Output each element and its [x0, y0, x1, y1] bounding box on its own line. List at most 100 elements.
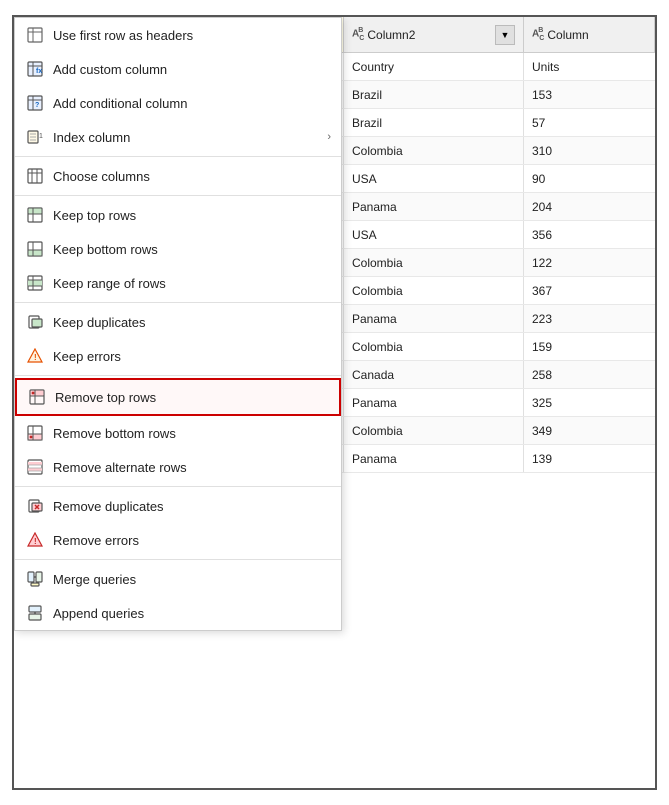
remove-alternate-rows-icon — [25, 457, 45, 477]
cell-col2: Brazil — [344, 81, 524, 108]
menu-item-add-conditional-col[interactable]: ? Add conditional column — [15, 86, 341, 120]
keep-top-rows-label: Keep top rows — [53, 208, 331, 223]
menu-item-append-queries[interactable]: Append queries — [15, 596, 341, 630]
main-container: ABC Column1 ... ▼ ABC Column2 ▼ ABC Colu… — [12, 15, 657, 790]
remove-bottom-rows-label: Remove bottom rows — [53, 426, 331, 441]
cell-col2: Panama — [344, 193, 524, 220]
cell-col2: Colombia — [344, 333, 524, 360]
keep-duplicates-icon — [25, 312, 45, 332]
add-conditional-col-label: Add conditional column — [53, 96, 331, 111]
menu-item-remove-errors[interactable]: ! Remove errors — [15, 523, 341, 557]
cell-col3: 159 — [524, 333, 655, 360]
cell-col3: 258 — [524, 361, 655, 388]
keep-duplicates-label: Keep duplicates — [53, 315, 331, 330]
col3-type-icon: ABC — [532, 27, 543, 41]
keep-errors-label: Keep errors — [53, 349, 331, 364]
column3-header: ABC Column — [524, 17, 655, 52]
remove-top-rows-icon — [27, 387, 47, 407]
append-queries-label: Append queries — [53, 606, 331, 621]
append-queries-icon — [25, 603, 45, 623]
menu-item-keep-duplicates[interactable]: Keep duplicates — [15, 305, 341, 339]
cell-col2: Panama — [344, 305, 524, 332]
menu-item-use-first-row[interactable]: Use first row as headers — [15, 18, 341, 52]
menu-item-choose-columns[interactable]: Choose columns — [15, 159, 341, 193]
menu-separator — [15, 302, 341, 303]
menu-item-remove-bottom-rows[interactable]: Remove bottom rows — [15, 416, 341, 450]
merge-queries-icon — [25, 569, 45, 589]
cell-col3: 153 — [524, 81, 655, 108]
menu-item-keep-bottom-rows[interactable]: Keep bottom rows — [15, 232, 341, 266]
menu-item-keep-errors[interactable]: ! Keep errors — [15, 339, 341, 373]
cell-col2: USA — [344, 165, 524, 192]
menu-item-remove-duplicates[interactable]: Remove duplicates — [15, 489, 341, 523]
menu-separator — [15, 375, 341, 376]
cell-col3: 310 — [524, 137, 655, 164]
menu-item-keep-top-rows[interactable]: Keep top rows — [15, 198, 341, 232]
col2-name: Column2 — [367, 28, 495, 42]
index-column-label: Index column — [53, 130, 327, 145]
menu-item-keep-range-rows[interactable]: Keep range of rows — [15, 266, 341, 300]
cell-col2: Canada — [344, 361, 524, 388]
cell-col2: Colombia — [344, 417, 524, 444]
menu-separator — [15, 195, 341, 196]
col2-dropdown-btn[interactable]: ▼ — [495, 25, 515, 45]
menu-separator — [15, 156, 341, 157]
menu-separator — [15, 559, 341, 560]
cell-col3: 90 — [524, 165, 655, 192]
cell-col2: Colombia — [344, 249, 524, 276]
add-conditional-col-icon: ? — [25, 93, 45, 113]
add-custom-col-icon: fx — [25, 59, 45, 79]
choose-columns-label: Choose columns — [53, 169, 331, 184]
cell-col3: Units — [524, 53, 655, 80]
keep-range-rows-label: Keep range of rows — [53, 276, 331, 291]
keep-top-rows-icon — [25, 205, 45, 225]
remove-alternate-rows-label: Remove alternate rows — [53, 460, 331, 475]
cell-col2: USA — [344, 221, 524, 248]
col3-name: Column — [547, 28, 646, 42]
cell-col2: Panama — [344, 389, 524, 416]
index-column-icon: 1 — [25, 127, 45, 147]
menu-item-remove-alternate-rows[interactable]: Remove alternate rows — [15, 450, 341, 484]
cell-col3: 349 — [524, 417, 655, 444]
cell-col2: Country — [344, 53, 524, 80]
remove-errors-label: Remove errors — [53, 533, 331, 548]
cell-col2: Colombia — [344, 137, 524, 164]
svg-text:!: ! — [34, 353, 37, 362]
menu-item-index-column[interactable]: 1 Index column› — [15, 120, 341, 154]
context-menu: Use first row as headers fx Add custom c… — [14, 17, 342, 631]
remove-duplicates-label: Remove duplicates — [53, 499, 331, 514]
keep-bottom-rows-icon — [25, 239, 45, 259]
col2-type-icon: ABC — [352, 27, 363, 41]
choose-columns-icon — [25, 166, 45, 186]
cell-col3: 139 — [524, 445, 655, 472]
remove-bottom-rows-icon — [25, 423, 45, 443]
keep-errors-icon: ! — [25, 346, 45, 366]
cell-col3: 356 — [524, 221, 655, 248]
svg-text:1: 1 — [39, 133, 43, 140]
cell-col2: Panama — [344, 445, 524, 472]
cell-col3: 122 — [524, 249, 655, 276]
cell-col3: 223 — [524, 305, 655, 332]
keep-bottom-rows-label: Keep bottom rows — [53, 242, 331, 257]
cell-col3: 325 — [524, 389, 655, 416]
menu-item-merge-queries[interactable]: Merge queries — [15, 562, 341, 596]
menu-separator — [15, 486, 341, 487]
remove-errors-icon: ! — [25, 530, 45, 550]
merge-queries-label: Merge queries — [53, 572, 331, 587]
cell-col3: 57 — [524, 109, 655, 136]
remove-top-rows-label: Remove top rows — [55, 390, 329, 405]
cell-col2: Brazil — [344, 109, 524, 136]
remove-duplicates-icon — [25, 496, 45, 516]
svg-text:!: ! — [34, 537, 37, 546]
add-custom-col-label: Add custom column — [53, 62, 331, 77]
cell-col2: Colombia — [344, 277, 524, 304]
keep-range-rows-icon — [25, 273, 45, 293]
menu-item-add-custom-col[interactable]: fx Add custom column — [15, 52, 341, 86]
menu-item-remove-top-rows[interactable]: Remove top rows — [15, 378, 341, 416]
index-column-arrow: › — [327, 131, 331, 143]
svg-text:?: ? — [35, 102, 39, 109]
use-first-row-icon — [25, 25, 45, 45]
column2-header: ABC Column2 ▼ — [344, 17, 524, 52]
svg-text:fx: fx — [36, 68, 42, 75]
cell-col3: 204 — [524, 193, 655, 220]
